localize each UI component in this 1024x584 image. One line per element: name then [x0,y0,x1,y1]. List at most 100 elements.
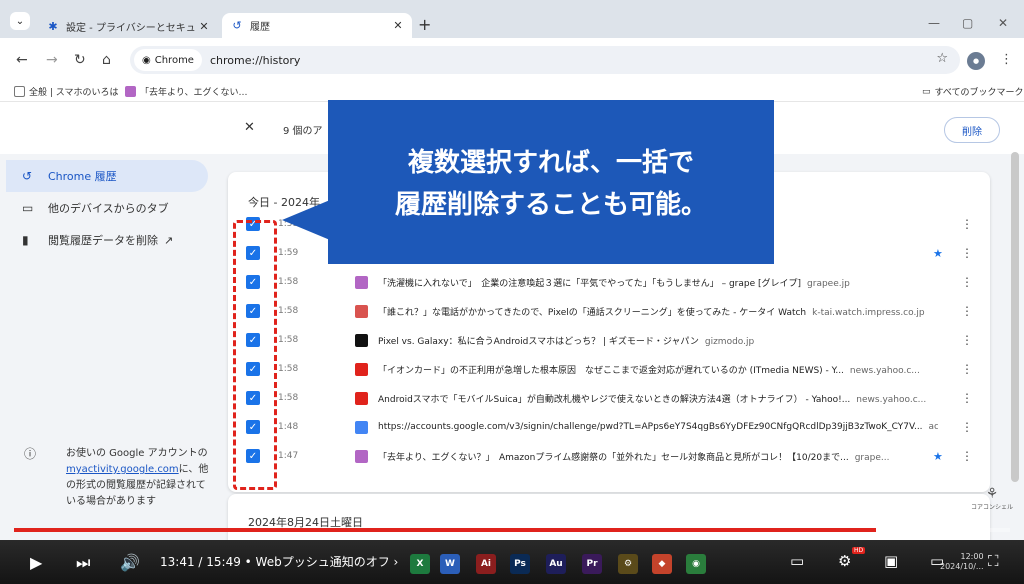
gear-icon: ✱ [48,19,58,33]
row-menu-icon[interactable]: ⋮ [961,304,973,318]
sidebar: ↺ Chrome 履歴 ▭ 他のデバイスからのタブ ▮ 閲覧履歴データを削除 ↗… [0,154,215,544]
row-menu-icon[interactable]: ⋮ [961,246,973,260]
external-link-icon: ↗ [164,233,174,247]
sidebar-item-other-devices[interactable]: ▭ 他のデバイスからのタブ [6,192,208,224]
favicon-icon [355,275,368,289]
note-prefix: お使いの Google アカウントの [66,448,208,459]
row-domain: news.yahoo.c... [856,394,927,405]
row-title-wrap[interactable]: Androidスマホで「モバイルSuica」が自動改札機やレジで使えないときの解… [378,392,938,405]
row-time: 1:48 [278,422,299,432]
history-row[interactable]: ✓ 1:58 「誰これ？」な電話がかかってきたので、Pixelの「通話スクリーニング… [228,297,990,325]
hd-badge: HD [852,547,866,554]
sidebar-item-label: 閲覧履歴データを削除 [48,234,158,247]
row-menu-icon[interactable]: ⋮ [961,449,973,463]
tab-label: 設定 - プライバシーとセキュリティ [66,22,196,34]
miniplayer-icon[interactable]: ▣ [884,552,898,570]
photoshop-icon: Ps [510,554,530,574]
row-time: 1:58 [278,364,299,374]
sidebar-item-clear-data[interactable]: ▮ 閲覧履歴データを削除 ↗ [6,224,208,256]
home-icon[interactable]: ⌂ [102,52,111,68]
history-row[interactable]: ✓ 1:47 「去年より、エグくない？」 Amazonプライム感謝祭の「並外れた」セ… [228,442,990,470]
row-menu-icon[interactable]: ⋮ [961,362,973,376]
forward-icon[interactable]: → [46,52,58,68]
site-chip[interactable]: ◉ Chrome [134,49,202,71]
row-time: 1:47 [278,451,299,461]
progress-bar[interactable] [14,528,1010,532]
bookmark-star-icon[interactable]: ☆ [936,51,948,66]
row-menu-icon[interactable]: ⋮ [961,333,973,347]
callout-line-2: 履歴削除することも可能。 [394,190,707,220]
back-icon[interactable]: ← [16,52,28,68]
channel-logo: ⚘ コアコンシェル [968,486,1016,511]
selection-count: 9 個のア [283,126,323,137]
close-icon[interactable]: ✕ [196,20,212,33]
menu-icon[interactable]: ⋮ [1000,52,1013,67]
devices-icon: ▭ [22,201,34,215]
myactivity-link[interactable]: myactivity.google.com [66,464,179,475]
row-title-wrap[interactable]: 「イオンカード」の不正利用が急増した根本原因 なぜここまで返金対応が遅れているの… [378,363,938,376]
row-time: 1:58 [278,306,299,316]
chrome-icon: ◉ [142,54,151,66]
sidebar-item-label: 他のデバイスからのタブ [48,202,169,215]
settings-icon[interactable]: ⚙ [838,552,851,570]
row-title-wrap[interactable]: 「洗濯機に入れないで」 企業の注意喚起３選に「平気でやってた」「もうしません」 … [378,276,938,289]
scrollbar[interactable] [1011,152,1019,482]
tab-label: 履歴 [250,22,270,33]
volume-icon[interactable]: 🔊 [120,553,140,572]
bookmark-item[interactable]: 全般 | スマホのいろは [14,85,119,98]
row-title: Androidスマホで「モバイルSuica」が自動改札機やレジで使えないときの解… [378,394,851,405]
row-title: 「誰これ？」な電話がかかってきたので、Pixelの「通話スクリーニング」を使って… [378,307,807,318]
clear-selection-icon[interactable]: ✕ [244,120,255,135]
reload-icon[interactable]: ↻ [74,52,86,68]
clock-time: 12:00 [960,552,984,561]
row-menu-icon[interactable]: ⋮ [961,391,973,405]
play-icon[interactable]: ▶ [30,553,42,572]
restore-icon[interactable]: ▢ [962,16,973,30]
system-clock: 12:00 2024/10/... [940,552,984,572]
row-menu-icon[interactable]: ⋮ [961,275,973,289]
history-row[interactable]: ✓ 1:58 「イオンカード」の不正利用が急増した根本原因 なぜここまで返金対応が遅… [228,355,990,383]
row-menu-icon[interactable]: ⋮ [961,420,973,434]
delete-button[interactable]: 削除 [944,117,1000,143]
new-tab-button[interactable]: + [418,15,431,34]
all-bookmarks[interactable]: ▭ すべてのブックマーク [922,85,1024,99]
word-icon: W [440,554,460,574]
app-icon: ⚙ [618,554,638,574]
minimize-icon[interactable]: — [928,16,940,30]
tab-strip: ⌄ ✱ 設定 - プライバシーとセキュリティ ✕ ↺ 履歴 ✕ + — ▢ ✕ [0,0,1024,38]
tab-search-button[interactable]: ⌄ [10,12,30,30]
history-row[interactable]: ✓ 1:58 Androidスマホで「モバイルSuica」が自動改札機やレジで使えな… [228,384,990,412]
avatar[interactable]: ● [967,52,985,70]
row-title-wrap[interactable]: 「去年より、エグくない？」 Amazonプライム感謝祭の「並外れた」セール対象商… [378,450,938,463]
illustrator-icon: Ai [476,554,496,574]
address-bar[interactable]: ◉ Chrome chrome://history ☆ [130,46,960,74]
row-domain: k-tai.watch.impress.co.jp [812,307,925,318]
row-title-wrap[interactable]: https://accounts.google.com/v3/signin/ch… [378,422,938,432]
sidebar-item-chrome-history[interactable]: ↺ Chrome 履歴 [6,160,208,192]
history-row[interactable]: ✓ 1:48 https://accounts.google.com/v3/sign… [228,413,990,441]
clock-date: 2024/10/... [940,562,984,571]
premiere-icon: Pr [582,554,602,574]
favicon-icon [355,333,368,347]
history-row[interactable]: ✓ 1:58 Pixel vs. Galaxy：私に合うAndroidスマホはどっち… [228,326,990,354]
row-title-wrap[interactable]: Pixel vs. Galaxy：私に合うAndroidスマホはどっち？ | ギ… [378,334,938,347]
row-title: 「イオンカード」の不正利用が急増した根本原因 なぜここまで返金対応が遅れているの… [378,365,844,376]
audition-icon: Au [546,554,566,574]
row-domain: grapee.jp [807,278,850,289]
excel-icon: X [410,554,430,574]
row-title: 「去年より、エグくない？」 Amazonプライム感謝祭の「並外れた」セール対象商… [378,452,849,463]
bookmark-item[interactable]: 「去年より、エグくない… [125,85,247,98]
subtitles-icon[interactable]: ▭ [790,552,804,570]
next-icon[interactable]: ⏭ [76,553,90,573]
window-close-icon[interactable]: ✕ [998,16,1008,30]
tab-history[interactable]: ↺ 履歴 ✕ [222,13,412,38]
close-icon[interactable]: ✕ [390,19,406,32]
tab-settings[interactable]: ✱ 設定 - プライバシーとセキュリティ ✕ [38,14,218,38]
row-domain: gizmodo.jp [704,336,755,347]
favicon-icon [355,391,368,405]
toolbar: ← → ↻ ⌂ ◉ Chrome chrome://history ☆ ● ⋮ [0,38,1024,80]
row-title-wrap[interactable]: 「誰これ？」な電話がかかってきたので、Pixelの「通話スクリーニング」を使って… [378,305,938,318]
history-row[interactable]: ✓ 1:58 「洗濯機に入れないで」 企業の注意喚起３選に「平気でやってた」「もうし… [228,268,990,296]
row-menu-icon[interactable]: ⋮ [961,217,973,231]
fullscreen-icon[interactable]: ⛶ [988,552,999,570]
